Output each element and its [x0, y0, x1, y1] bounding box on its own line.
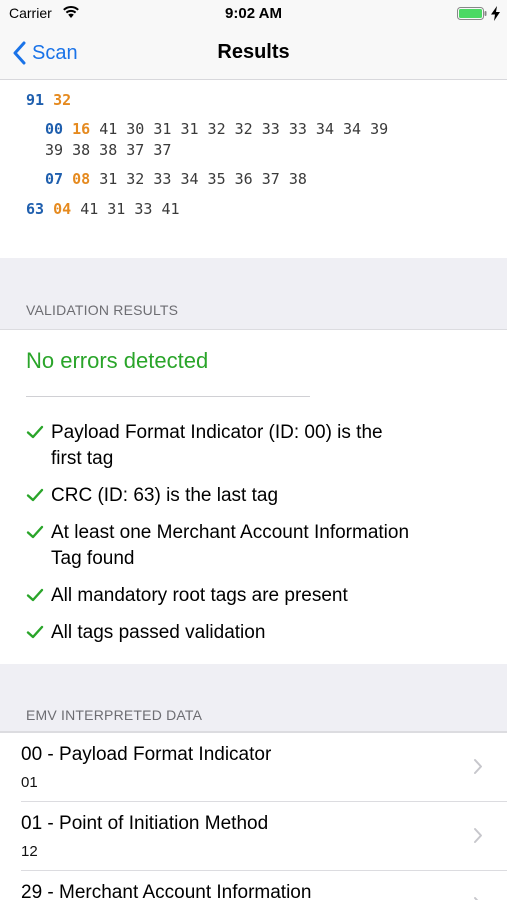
checkmark-icon	[26, 425, 44, 439]
validation-section-header: VALIDATION RESULTS	[0, 258, 507, 330]
navigation-bar: Scan Results	[0, 28, 507, 80]
tag-length: 04	[53, 200, 72, 218]
tag-bytes: 41 30 31 31 32 32 33 33 34 34 39	[99, 120, 389, 138]
emv-row-title: 01 - Point of Initiation Method	[21, 813, 269, 834]
raw-line: 39 38 38 37 37	[45, 141, 171, 159]
validation-check-label: All tags passed validation	[51, 622, 266, 643]
emv-data-list: 00 - Payload Format Indicator 01 01 - Po…	[0, 732, 507, 900]
emv-header-label: EMV INTERPRETED DATA	[26, 707, 203, 723]
checkmark-icon	[26, 625, 44, 639]
page-title: Results	[217, 41, 290, 63]
tag-bytes: 31 32 33 34 35 36 37 38	[99, 170, 307, 188]
validation-check-item: All mandatory root tags are present	[26, 583, 466, 609]
status-bar: Carrier 9:02 AM	[0, 0, 507, 28]
chevron-right-icon	[474, 828, 482, 843]
raw-line: 00 16 41 30 31 31 32 32 33 33 34 34 39	[45, 120, 388, 138]
emv-row-title: 00 - Payload Format Indicator	[21, 744, 272, 765]
emv-section-header: EMV INTERPRETED DATA	[0, 664, 507, 732]
checkmark-icon	[26, 588, 44, 602]
tag-length: 16	[72, 120, 91, 138]
clock: 9:02 AM	[225, 5, 282, 22]
tag-length: 08	[72, 170, 91, 188]
tag-bytes: 39 38 38 37 37	[45, 141, 172, 159]
tag-id: 63	[26, 200, 45, 218]
validation-check-label: CRC (ID: 63) is the last tag	[51, 485, 279, 506]
emv-data-row[interactable]: 01 - Point of Initiation Method 12	[0, 802, 507, 871]
emv-data-row[interactable]: 29 - Merchant Account Information	[0, 871, 507, 900]
validation-status: No errors detected	[26, 348, 209, 373]
emv-row-value: 01	[21, 774, 38, 791]
validation-check-item: At least one Merchant Account Informatio…	[26, 520, 466, 572]
validation-check-label: At least one Merchant Account Informatio…	[51, 522, 410, 569]
validation-header-label: VALIDATION RESULTS	[26, 302, 179, 318]
checkmark-icon	[26, 488, 44, 502]
raw-data-view: 91 32 00 16 41 30 31 31 32 32 33 33 34 3…	[0, 80, 507, 258]
chevron-right-icon	[474, 759, 482, 774]
raw-line: 07 08 31 32 33 34 35 36 37 38	[45, 170, 307, 188]
checkmark-icon	[26, 525, 44, 539]
tag-bytes: 41 31 33 41	[80, 200, 180, 218]
raw-line: 91 32	[26, 91, 71, 109]
emv-row-title: 29 - Merchant Account Information	[21, 882, 312, 900]
validation-check-label: Payload Format Indicator (ID: 00) is the…	[51, 422, 383, 469]
raw-line: 63 04 41 31 33 41	[26, 200, 180, 218]
tag-id: 00	[45, 120, 64, 138]
battery-icon	[457, 7, 487, 20]
emv-row-value: 12	[21, 843, 38, 860]
validation-results: No errors detected Payload Format Indica…	[0, 330, 507, 664]
validation-check-item: CRC (ID: 63) is the last tag	[26, 483, 466, 509]
tag-length: 32	[53, 91, 72, 109]
validation-check-item: Payload Format Indicator (ID: 00) is the…	[26, 420, 466, 472]
tag-id: 91	[26, 91, 45, 109]
chevron-right-icon	[474, 897, 479, 900]
tag-id: 07	[45, 170, 64, 188]
charging-icon	[491, 6, 500, 21]
emv-data-row[interactable]: 00 - Payload Format Indicator 01	[0, 733, 507, 802]
validation-check-label: All mandatory root tags are present	[51, 585, 348, 606]
validation-check-item: All tags passed validation	[26, 620, 466, 646]
divider	[26, 396, 310, 397]
